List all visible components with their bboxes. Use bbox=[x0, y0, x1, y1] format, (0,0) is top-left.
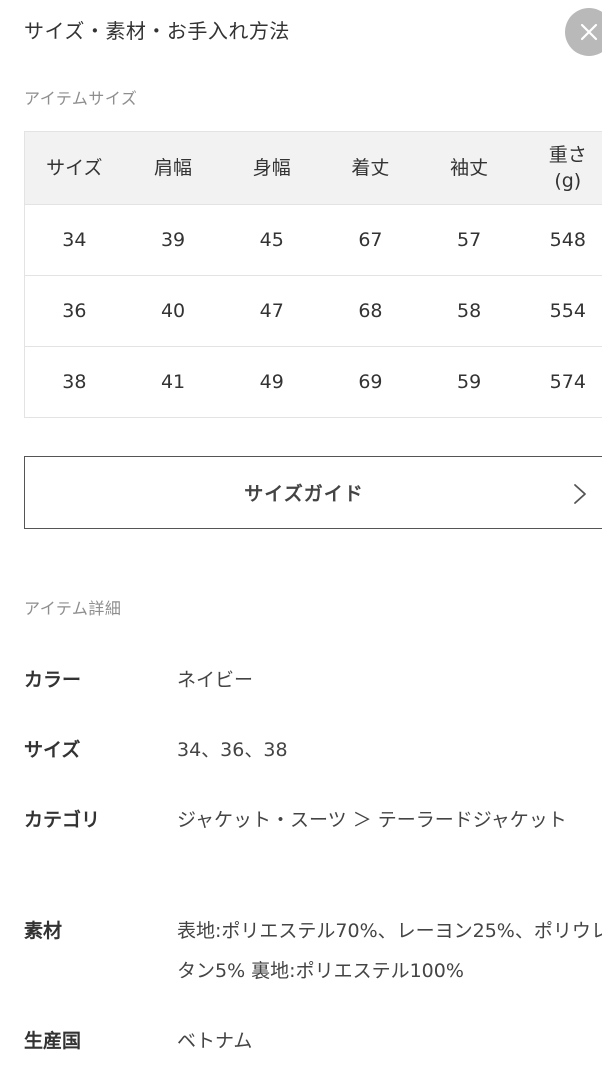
size-table-header: サイズ 肩幅 身幅 着丈 袖丈 重さ (g) bbox=[25, 132, 602, 205]
detail-value: 表地:ポリエステル70%、レーヨン25%、ポリウレタン5% 裏地:ポリエステル1… bbox=[177, 920, 602, 982]
size-table: サイズ 肩幅 身幅 着丈 袖丈 重さ (g) 34 39 45 67 57 54… bbox=[24, 131, 602, 418]
table-cell: 49 bbox=[259, 371, 284, 393]
detail-key: 素材 bbox=[24, 920, 63, 942]
table-cell: 41 bbox=[160, 371, 186, 393]
table-cell: 40 bbox=[160, 300, 186, 322]
table-cell: 36 bbox=[62, 300, 87, 322]
detail-value: ベトナム bbox=[177, 1030, 253, 1052]
column-header-sleeve: 袖丈 bbox=[450, 157, 489, 179]
column-header-chest: 身幅 bbox=[252, 157, 291, 179]
page-title: サイズ・素材・お手入れ方法 bbox=[24, 19, 290, 43]
table-row: 36 40 47 68 58 554 bbox=[25, 276, 602, 347]
modal-header: サイズ・素材・お手入れ方法 bbox=[0, 0, 602, 64]
size-guide-button[interactable]: サイズガイド bbox=[24, 456, 602, 529]
table-cell: 45 bbox=[259, 229, 284, 251]
column-header-shoulder: 肩幅 bbox=[154, 157, 193, 179]
detail-value: 34、36、38 bbox=[177, 739, 288, 761]
close-button[interactable] bbox=[565, 8, 602, 56]
table-cell: 34 bbox=[62, 229, 87, 251]
detail-key: カラー bbox=[24, 669, 82, 691]
table-cell: 58 bbox=[457, 300, 482, 322]
table-cell: 69 bbox=[358, 371, 383, 393]
table-cell: 554 bbox=[549, 300, 586, 322]
detail-value: ネイビー bbox=[177, 669, 254, 691]
table-cell: 47 bbox=[259, 300, 284, 322]
table-cell: 574 bbox=[549, 371, 586, 393]
table-cell: 67 bbox=[358, 229, 383, 251]
table-row: 38 41 49 69 59 574 bbox=[25, 347, 602, 418]
column-header-length: 着丈 bbox=[351, 157, 390, 179]
table-row: 34 39 45 67 57 548 bbox=[25, 205, 602, 276]
table-cell: 548 bbox=[549, 229, 586, 251]
column-header-weight: 重さ (g) bbox=[548, 144, 587, 192]
detail-key: サイズ bbox=[24, 739, 81, 761]
table-cell: 38 bbox=[62, 371, 87, 393]
chevron-right-icon bbox=[574, 484, 586, 504]
size-guide-label: サイズガイド bbox=[244, 483, 364, 505]
detail-key: カテゴリ bbox=[24, 809, 101, 831]
table-cell: 68 bbox=[358, 300, 383, 322]
close-icon bbox=[580, 23, 598, 41]
table-cell: 59 bbox=[457, 371, 482, 393]
detail-key: 生産国 bbox=[24, 1030, 82, 1052]
table-cell: 39 bbox=[160, 229, 186, 251]
column-header-size: サイズ bbox=[46, 157, 103, 179]
section-label-item-size: アイテムサイズ bbox=[24, 89, 138, 108]
table-cell: 57 bbox=[457, 229, 482, 251]
section-label-item-detail: アイテム詳細 bbox=[24, 599, 122, 618]
detail-value: ジャケット・スーツ ＞ テーラードジャケット bbox=[177, 809, 567, 831]
